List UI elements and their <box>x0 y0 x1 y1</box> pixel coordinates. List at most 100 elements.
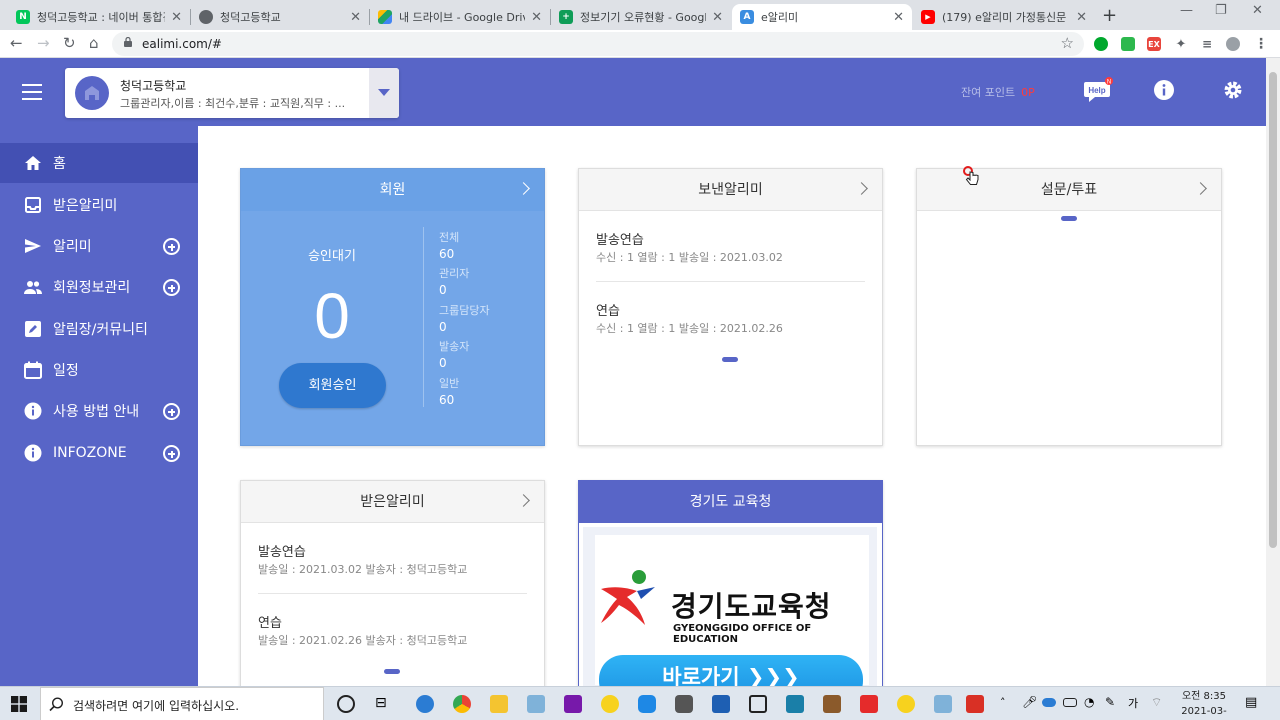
page-scrollbar[interactable] <box>1266 58 1280 686</box>
file-explorer-icon[interactable] <box>490 695 508 713</box>
extension-icon[interactable] <box>1121 37 1135 51</box>
add-circle-icon[interactable] <box>163 278 180 296</box>
bookmark-star-icon[interactable]: ☆ <box>1061 34 1074 52</box>
camera-icon[interactable] <box>675 695 693 713</box>
close-icon[interactable]: ✕ <box>350 10 361 25</box>
media-icon[interactable]: ≡ <box>1200 37 1214 51</box>
youtube-icon: ▶ <box>921 10 935 24</box>
app-icon[interactable] <box>786 695 804 713</box>
edge-icon[interactable] <box>416 695 434 713</box>
browser-tab[interactable]: N 청덕고등학교 : 네이버 통합검색 ✕ <box>8 4 190 30</box>
close-icon[interactable]: ✕ <box>712 10 723 25</box>
received-alimi-card: 받은알리미 발송연습 발송일 : 2021.03.02 발송자 : 청덕고등학교… <box>240 480 545 686</box>
task-view-icon[interactable]: ⊟ <box>375 695 393 713</box>
school-dropdown-button[interactable] <box>369 68 399 118</box>
loading-indicator <box>722 357 738 362</box>
sidebar-item-guide[interactable]: 사용 방법 안내 <box>0 391 198 431</box>
member-card-header[interactable]: 회원 <box>241 169 544 211</box>
new-tab-button[interactable]: + <box>1102 5 1117 26</box>
go-link-button[interactable]: 바로가기 ❯❯❯ <box>599 655 863 686</box>
search-icon <box>49 697 64 712</box>
sidebar-item-members[interactable]: 회원정보관리 <box>0 267 198 307</box>
smiley-app-icon[interactable] <box>897 695 915 713</box>
reload-icon[interactable]: ↻ <box>63 34 76 52</box>
sidebar-item-community[interactable]: 알림장/커뮤니티 <box>0 309 198 349</box>
evernote-extension-icon[interactable] <box>1094 37 1108 51</box>
scrollbar-thumb[interactable] <box>1269 72 1277 548</box>
add-circle-icon[interactable] <box>163 402 180 420</box>
chevron-right-icon <box>1194 182 1207 195</box>
app-icon[interactable] <box>749 695 767 713</box>
ime-icon[interactable]: 가 <box>1128 695 1138 711</box>
list-item-title[interactable]: 연습 <box>596 300 620 319</box>
stat-value: 0 <box>439 320 447 334</box>
org-name: 경기도교육청 <box>671 590 832 623</box>
stat-label: 그룹담당자 <box>439 304 490 317</box>
edu-card-header[interactable]: 경기도 교육청 <box>579 481 882 523</box>
taskbar-search-input[interactable]: 검색하려면 여기에 입력하십시오. <box>40 687 324 720</box>
app-icon[interactable] <box>638 695 656 713</box>
app-icon[interactable] <box>966 695 984 713</box>
add-circle-icon[interactable] <box>163 237 180 255</box>
forward-icon[interactable]: → <box>37 34 50 52</box>
back-icon[interactable]: ← <box>10 34 23 52</box>
pen-icon[interactable]: ✎ <box>1105 695 1115 709</box>
clock-date: 2021-03-03 <box>1181 706 1227 717</box>
minimize-button[interactable]: — <box>1180 3 1193 18</box>
info-icon[interactable] <box>1154 80 1174 100</box>
battery-icon[interactable] <box>1063 698 1077 707</box>
education-office-banner[interactable]: 경기도교육청 GYEONGGIDO OFFICE OF EDUCATION 바로… <box>583 527 877 686</box>
menu-icon[interactable] <box>22 84 42 100</box>
add-circle-icon[interactable] <box>163 444 180 462</box>
sent-card-header[interactable]: 보낸알리미 <box>579 169 882 211</box>
help-icon[interactable]: N Help <box>1083 77 1113 105</box>
sidebar-item-home[interactable]: 홈 <box>0 143 198 183</box>
whiteboard-icon[interactable] <box>712 695 730 713</box>
received-card-header[interactable]: 받은알리미 <box>241 481 544 523</box>
app-icon[interactable] <box>934 695 952 713</box>
close-icon[interactable]: ✕ <box>171 10 182 25</box>
close-window-button[interactable]: ✕ <box>1252 3 1263 18</box>
ex-extension-icon[interactable]: EX <box>1147 37 1161 51</box>
browser-menu-icon[interactable]: ⋮ <box>1254 36 1268 52</box>
onenote-icon[interactable] <box>564 695 582 713</box>
wifi-icon[interactable]: ◔ <box>1084 695 1094 709</box>
list-item-title[interactable]: 연습 <box>258 612 282 631</box>
list-item-title[interactable]: 발송연습 <box>596 229 644 248</box>
profile-avatar[interactable] <box>1226 37 1240 51</box>
network-icon[interactable]: ⌔ <box>1151 695 1162 710</box>
restore-button[interactable]: ❐ <box>1215 3 1227 18</box>
sidebar-item-infozone[interactable]: INFOZONE <box>0 433 198 473</box>
home-icon[interactable]: ⌂ <box>89 34 99 52</box>
chevron-up-icon[interactable]: ˄ <box>1000 696 1006 709</box>
taskbar: 검색하려면 여기에 입력하십시오. ⊟ ˄ 🎤︎ ◔ ✎ 가 ⌔ 오전 8:35… <box>0 686 1280 720</box>
cortana-icon[interactable] <box>337 695 355 713</box>
sidebar-item-received[interactable]: 받은알리미 <box>0 185 198 225</box>
browser-tab[interactable]: 청덕고등학교 ✕ <box>191 4 369 30</box>
notifications-icon[interactable]: ▤ <box>1245 695 1257 710</box>
microphone-icon[interactable]: 🎤︎ <box>1022 695 1037 709</box>
windows-start-icon[interactable] <box>11 696 27 712</box>
onedrive-icon[interactable] <box>1042 698 1056 707</box>
smiley-app-icon[interactable] <box>601 695 619 713</box>
paint-icon[interactable] <box>527 695 545 713</box>
list-item-title[interactable]: 발송연습 <box>258 541 306 560</box>
archive-icon[interactable] <box>823 695 841 713</box>
system-clock[interactable]: 오전 8:35 2021-03-03 <box>1176 689 1232 720</box>
puzzle-extensions-icon[interactable]: ✦ <box>1174 37 1188 52</box>
school-selector[interactable]: 청덕고등학교 그룹관리자,이름 : 최건수,분류 : 교직원,직무 : ... <box>65 68 399 118</box>
browser-tab[interactable]: + 정보기기 오류현황 - Google ✕ <box>551 4 731 30</box>
app-icon[interactable] <box>860 695 878 713</box>
browser-tab-active[interactable]: A e알리미 ✕ <box>732 4 912 30</box>
chrome-icon[interactable] <box>453 695 471 713</box>
close-icon[interactable]: ✕ <box>531 10 542 25</box>
address-bar[interactable]: ealimi.com/# ☆ <box>112 32 1084 56</box>
browser-tab[interactable]: 내 드라이브 - Google Drive ✕ <box>370 4 550 30</box>
gear-icon[interactable] <box>1223 80 1243 100</box>
close-icon[interactable]: ✕ <box>893 10 904 25</box>
browser-tab[interactable]: ▶ (179) e알리미 가정통신문 보 ✕ <box>913 4 1095 30</box>
close-icon[interactable]: ✕ <box>1076 10 1087 25</box>
sidebar-item-schedule[interactable]: 일정 <box>0 350 198 390</box>
approve-members-button[interactable]: 회원승인 <box>279 363 386 408</box>
sidebar-item-alimi[interactable]: 알리미 <box>0 226 198 266</box>
